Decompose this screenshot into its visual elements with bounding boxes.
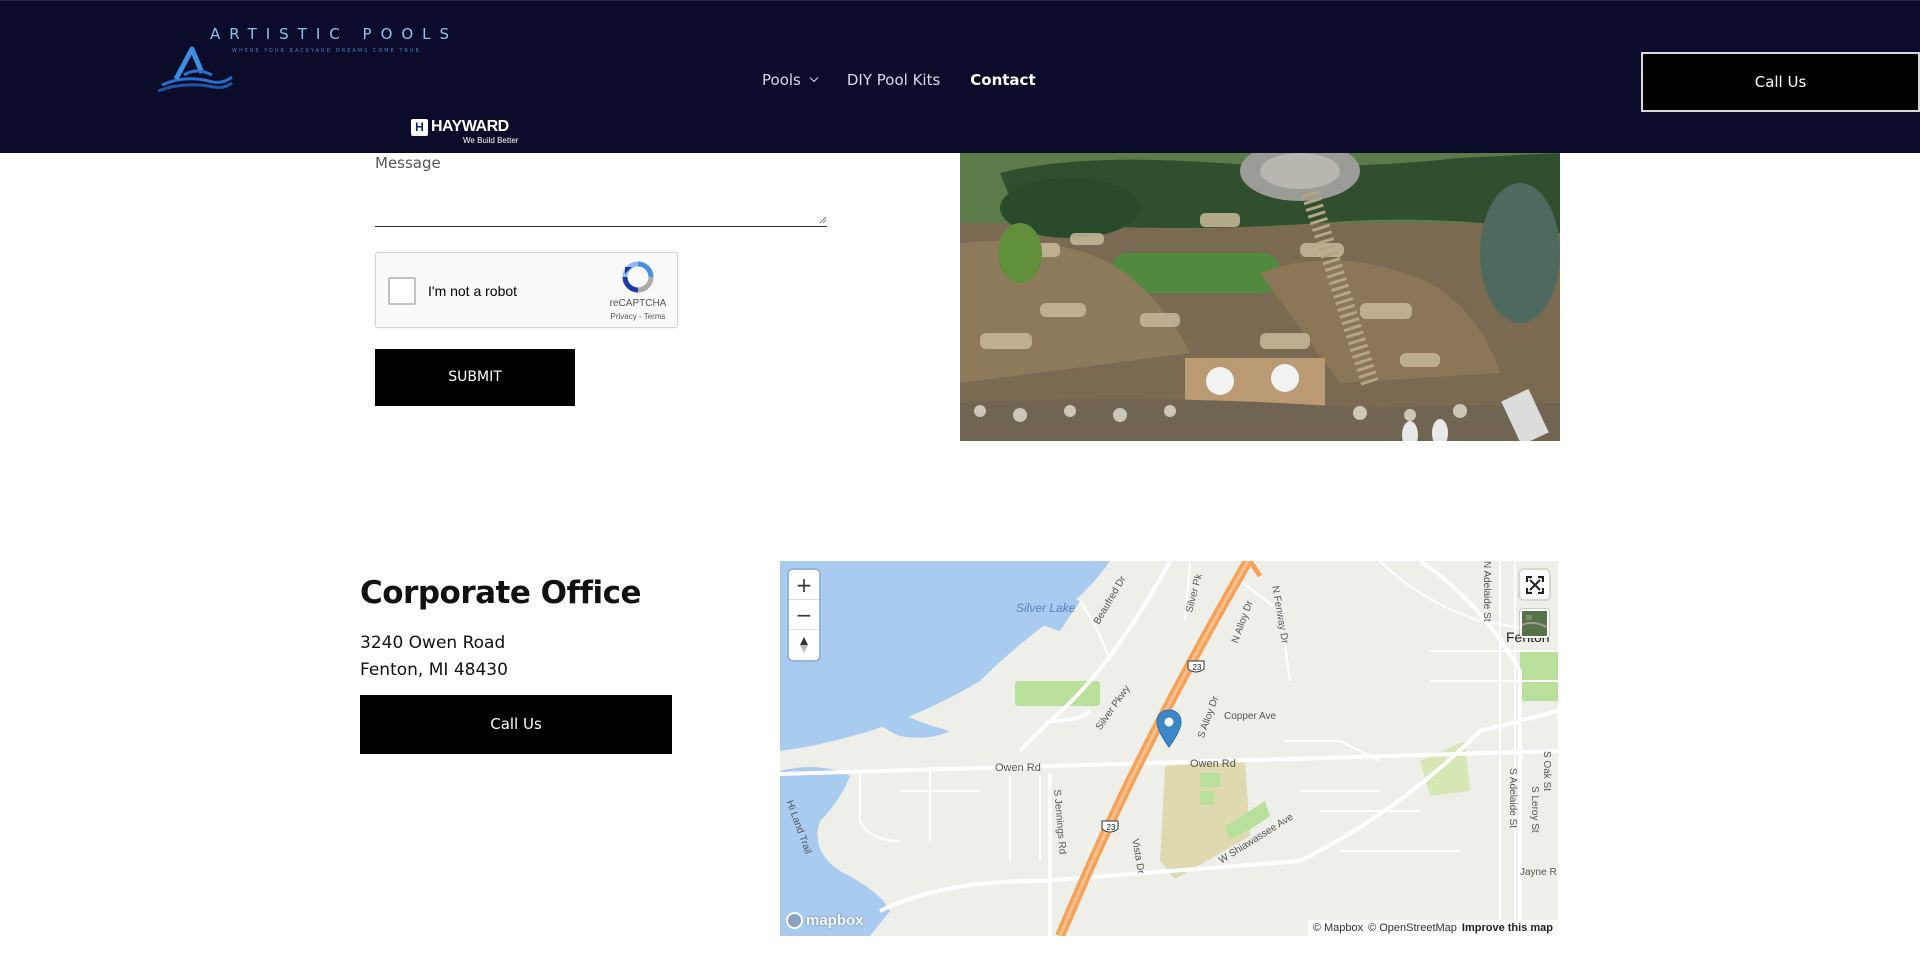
map-label-s-adelaide: S Adelaide St (1507, 768, 1518, 829)
backyard-aerial-photo (960, 153, 1560, 441)
recaptcha-links[interactable]: Privacy - Terms (600, 312, 676, 321)
site-header: ARTISTIC POOLS WHERE YOUR BACKYARD DREAM… (0, 0, 1920, 153)
map-label-copper-ave: Copper Ave (1224, 711, 1277, 722)
artistic-pools-logo[interactable]: ARTISTIC POOLS WHERE YOUR BACKYARD DREAM… (154, 21, 454, 99)
office-title: Corporate Office (360, 575, 642, 611)
recaptcha-label: I'm not a robot (428, 283, 518, 299)
map-label-n-adelaide: N Adelaide St (1481, 561, 1492, 622)
recaptcha-icon (622, 261, 654, 293)
satellite-toggle-button[interactable] (1520, 609, 1549, 638)
map-zoom-controls: + − (789, 570, 819, 660)
message-field[interactable] (375, 173, 827, 227)
hayward-name: HAYWARD (431, 118, 509, 135)
location-map[interactable]: Silver Lake Fenton Owen Rd Owen Rd Coppe… (780, 561, 1558, 936)
attribution-mapbox-link[interactable]: © Mapbox (1313, 922, 1363, 934)
map-label-owen-rd-west: Owen Rd (995, 762, 1041, 774)
office-call-us-button[interactable]: Call Us (360, 695, 672, 754)
nav-item-pools[interactable]: Pools (762, 71, 819, 89)
us23-shield-bottom-label: 23 (1106, 823, 1116, 832)
chevron-down-icon (809, 73, 819, 83)
submit-button[interactable]: SUBMIT (375, 349, 575, 406)
map-label-s-leroy: S Leroy St (1529, 786, 1540, 833)
hayward-logo[interactable]: H HAYWARD We Build Better (409, 118, 521, 146)
improve-map-link[interactable]: Improve this map (1462, 922, 1553, 934)
map-label-owen-rd-east: Owen Rd (1190, 758, 1236, 770)
logo-tagline: WHERE YOUR BACKYARD DREAMS COME TRUE (232, 48, 421, 54)
zoom-in-button[interactable]: + (789, 570, 819, 600)
hayward-mark-icon: H (411, 119, 428, 136)
zoom-out-button[interactable]: − (789, 600, 819, 630)
logo-title: ARTISTIC POOLS (210, 25, 459, 43)
main-nav: Pools DIY Pool Kits Contact (762, 71, 1036, 89)
address-line-2: Fenton, MI 48430 (360, 660, 508, 680)
message-label: Message (375, 154, 441, 172)
nav-item-label: Contact (970, 71, 1036, 89)
map-attribution: © Mapbox © OpenStreetMap Improve this ma… (1307, 920, 1558, 936)
nav-item-label: DIY Pool Kits (846, 71, 941, 89)
satellite-thumbnail-icon (1522, 611, 1547, 636)
reset-north-button[interactable] (789, 630, 819, 660)
mapbox-logo[interactable]: mapbox (786, 912, 864, 929)
fullscreen-icon (1525, 575, 1544, 594)
hayward-slogan: We Build Better (463, 136, 519, 145)
header-call-us-button[interactable]: Call Us (1641, 52, 1920, 112)
fullscreen-button[interactable] (1520, 570, 1549, 599)
compass-icon (800, 637, 808, 653)
recaptcha-checkbox[interactable] (388, 277, 416, 305)
resize-handle-icon[interactable] (819, 216, 827, 224)
recaptcha-widget: I'm not a robot reCAPTCHA Privacy - Term… (375, 252, 678, 328)
mapbox-logo-text: mapbox (806, 912, 864, 929)
wave-logo-icon (157, 46, 233, 93)
map-label-silver-lake: Silver Lake (1016, 601, 1076, 615)
nav-item-label: Pools (762, 71, 801, 89)
map-label-jayne: Jayne R (1520, 867, 1557, 878)
aerial-photo-image (960, 153, 1560, 441)
map-label-s-oak: S Oak St (1541, 751, 1552, 792)
recaptcha-brand: reCAPTCHA (609, 298, 667, 309)
nav-item-diy-pool-kits[interactable]: DIY Pool Kits (847, 71, 940, 89)
address-line-1: 3240 Owen Road (360, 633, 506, 653)
us23-shield-top-label: 23 (1192, 663, 1202, 672)
nav-item-contact[interactable]: Contact (970, 71, 1035, 89)
location-marker-icon[interactable] (1156, 709, 1182, 749)
attribution-osm-link[interactable]: © OpenStreetMap (1368, 922, 1457, 934)
mapbox-logo-icon (786, 912, 803, 929)
